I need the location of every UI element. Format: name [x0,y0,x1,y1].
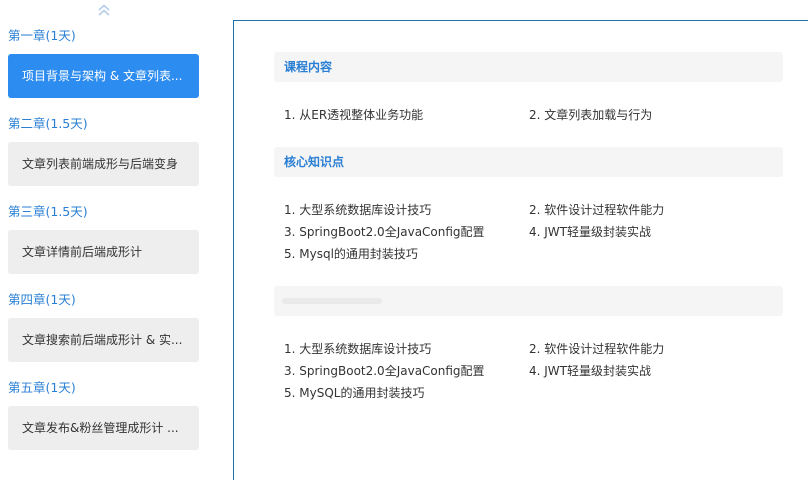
chapter-2-lesson-button[interactable]: 文章列表前端成形与后端变身 [8,142,199,186]
chapter-3-title: 第三章(1.5天) [8,204,88,219]
course-detail-panel: 课程内容 1. 从ER透视整体业务功能 2. 文章列表加载与行为 核心知识点 1… [233,20,808,480]
chapter-3-lesson-button[interactable]: 文章详情前后端成形计 [8,230,199,274]
chapter-sidebar: 第一章(1天) 项目背景与架构 & 文章列表... 第二章(1.5天) 文章列表… [0,0,210,480]
list-item: 1. 大型系统数据库设计技巧 [284,342,432,356]
list-item: 1. 从ER透视整体业务功能 [284,108,424,122]
list-item: 4. JWT轻量级封装实战 [529,225,651,239]
blurred-text-placeholder [282,298,382,304]
list-item: 1. 大型系统数据库设计技巧 [284,203,432,217]
chapter-4-title: 第四章(1天) [8,292,76,307]
chapter-5-title: 第五章(1天) [8,380,76,395]
chapter-1-lesson-button[interactable]: 项目背景与架构 & 文章列表... [8,54,199,98]
list-item: 2. 软件设计过程软件能力 [529,342,665,356]
double-chevron-up-icon[interactable] [96,2,112,18]
section-header-course-content: 课程内容 [274,52,783,82]
list-item: 4. JWT轻量级封装实战 [529,364,651,378]
list-item: 3. SpringBoot2.0全JavaConfig配置 [284,364,485,378]
chapter-1-title: 第一章(1天) [8,28,76,43]
list-item: 2. 软件设计过程软件能力 [529,203,665,217]
chapter-5-lesson-button[interactable]: 文章发布&粉丝管理成形计 ... [8,406,199,450]
list-item: 3. SpringBoot2.0全JavaConfig配置 [284,225,485,239]
section-header-core-knowledge: 核心知识点 [274,147,783,177]
chapter-4-lesson-button[interactable]: 文章搜索前后端成形计 & 实... [8,318,199,362]
list-item: 2. 文章列表加载与行为 [529,108,653,122]
list-item: 5. MySQL的通用封装技巧 [284,386,425,400]
list-item: 5. Mysql的通用封装技巧 [284,247,418,261]
section-header-obscured [274,286,783,316]
chapter-2-title: 第二章(1.5天) [8,116,88,131]
